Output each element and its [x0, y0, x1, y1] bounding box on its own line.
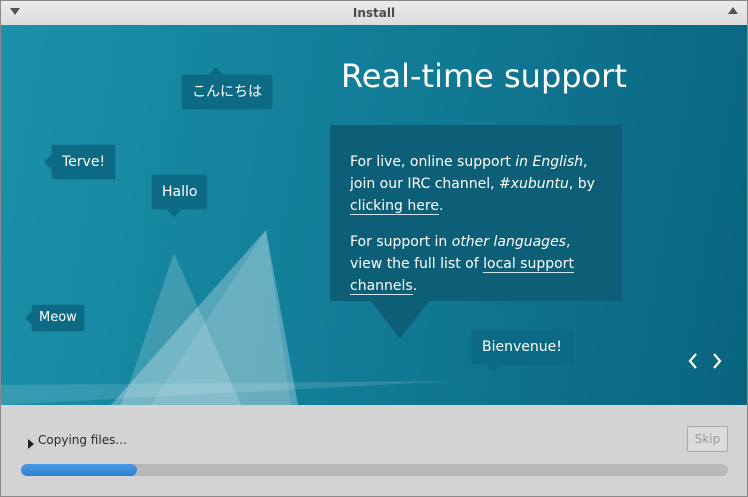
greeting-text: こんにちは — [192, 84, 262, 100]
chevron-left-icon — [688, 353, 697, 369]
greeting-bubble-finnish: Terve! — [44, 145, 116, 179]
maximize-icon[interactable] — [728, 7, 738, 14]
expand-details-icon[interactable] — [28, 439, 34, 449]
irc-channel-name: #xubuntu — [499, 176, 569, 192]
bubble-tail — [25, 311, 32, 325]
progress-fill — [21, 464, 137, 476]
previous-slide-button[interactable] — [686, 351, 700, 371]
greeting-text: Hallo — [162, 184, 198, 200]
chevron-right-icon — [713, 353, 722, 369]
support-info-box: For live, online support in English, joi… — [330, 125, 622, 301]
install-progress-bar — [21, 464, 728, 476]
bubble-tail — [166, 209, 182, 217]
greeting-bubble-french: Bienvenue! — [472, 330, 572, 372]
greeting-text: Bienvenue! — [482, 339, 562, 355]
window-title: Install — [352, 6, 396, 20]
installer-window: Install Real-time support こんにちは Terve! H… — [0, 0, 748, 497]
info-box-tail — [371, 301, 429, 339]
info-text: For support in — [350, 234, 452, 250]
bubble-tail — [208, 67, 224, 75]
info-text: . — [412, 278, 418, 294]
greeting-text: Terve! — [62, 154, 106, 170]
next-slide-button[interactable] — [710, 351, 724, 371]
bubble-tail — [44, 154, 52, 170]
info-text: . — [438, 198, 444, 214]
greeting-bubble-german: Hallo — [152, 175, 208, 217]
greeting-bubble-cat: Meow — [25, 305, 84, 331]
info-emphasis: in English — [515, 154, 584, 170]
info-text: For live, online support — [350, 154, 516, 170]
english-support-paragraph: For live, online support in English, joi… — [350, 151, 602, 217]
info-text: , by — [568, 176, 595, 192]
slide-title: Real-time support — [341, 57, 627, 95]
greeting-text: Meow — [39, 310, 77, 325]
skip-button[interactable]: Skip — [687, 426, 728, 452]
info-emphasis: other languages — [451, 234, 566, 250]
irc-support-link[interactable]: clicking here — [350, 198, 439, 215]
title-bar[interactable]: Install — [1, 1, 747, 26]
install-status-text[interactable]: Copying files... — [38, 433, 127, 447]
greeting-bubble-japanese: こんにちは — [182, 67, 272, 109]
bubble-tail — [486, 364, 502, 372]
slideshow-panel: Real-time support こんにちは Terve! Hallo Meo… — [1, 25, 747, 405]
other-languages-paragraph: For support in other languages, view the… — [350, 231, 602, 297]
